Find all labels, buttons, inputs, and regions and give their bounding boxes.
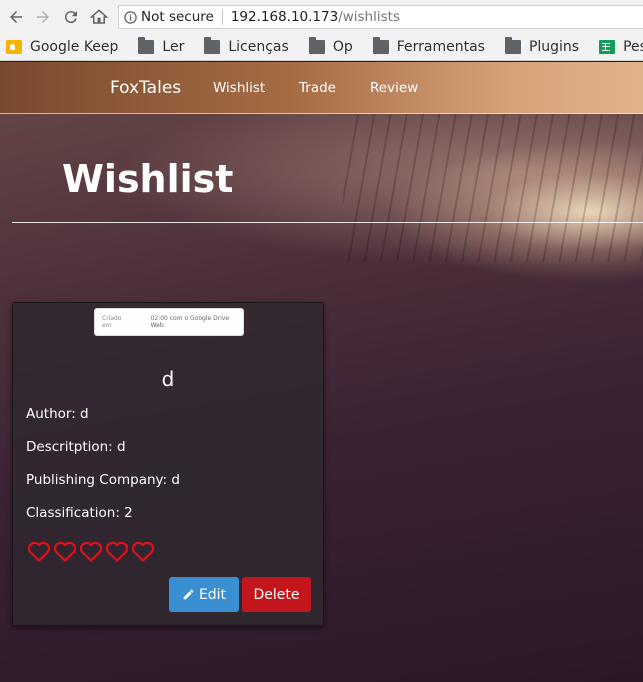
bookmark-ferramentas[interactable]: Ferramentas bbox=[372, 37, 485, 55]
book-publishing-company: Publishing Company: d bbox=[26, 472, 180, 488]
bookmark-ler[interactable]: Ler bbox=[138, 37, 185, 55]
folder-icon bbox=[138, 37, 155, 54]
folder-icon bbox=[308, 37, 325, 54]
google-keep-icon bbox=[6, 40, 22, 54]
folder-icon bbox=[372, 37, 389, 54]
rating-hearts bbox=[27, 540, 157, 564]
bookmarks-bar: Google Keep Ler Licenças Op Ferramentas … bbox=[0, 34, 643, 61]
bookmark-label: Plugins bbox=[528, 39, 580, 55]
home-button[interactable] bbox=[86, 4, 112, 30]
bookmark-licencas[interactable]: Licenças bbox=[204, 37, 289, 55]
info-icon[interactable] bbox=[119, 10, 141, 25]
book-cover-image: Criado em 02:00 com o Google Drive Web bbox=[94, 308, 244, 336]
book-author: Author: d bbox=[26, 406, 89, 422]
nav-link-wishlist[interactable]: Wishlist bbox=[213, 80, 265, 96]
delete-button[interactable]: Delete bbox=[242, 577, 311, 612]
cover-image-text-right: 02:00 com o Google Drive Web bbox=[150, 315, 230, 329]
bookmark-plugins[interactable]: Plugins bbox=[504, 37, 580, 55]
url-host: 192.168.10.173 bbox=[230, 9, 339, 25]
site-navbar: FoxTales Wishlist Trade Review bbox=[0, 62, 643, 114]
bookmark-pesquisa[interactable]: Pesquisa com bbox=[599, 39, 643, 55]
url-path: /wishlists bbox=[338, 9, 400, 25]
edit-button-label: Edit bbox=[198, 586, 227, 603]
bookmark-label: Licenças bbox=[228, 39, 289, 55]
book-title: d bbox=[161, 367, 175, 391]
heart-icon[interactable] bbox=[53, 540, 79, 564]
nav-link-trade[interactable]: Trade bbox=[299, 80, 336, 96]
wishlist-card: Criado em 02:00 com o Google Drive Web d… bbox=[12, 302, 324, 626]
heart-icon[interactable] bbox=[27, 540, 53, 564]
page-body: FoxTales Wishlist Trade Review Wishlist … bbox=[0, 62, 643, 682]
nav-link-review[interactable]: Review bbox=[370, 80, 418, 96]
delete-button-label: Delete bbox=[253, 586, 300, 603]
bookmark-label: Ler bbox=[162, 39, 185, 55]
bookmark-label: Pesquisa com bbox=[623, 39, 643, 55]
book-classification: Classification: 2 bbox=[26, 505, 133, 521]
pencil-icon bbox=[183, 589, 194, 600]
google-sheets-icon bbox=[599, 40, 616, 54]
brand-link[interactable]: FoxTales bbox=[110, 78, 181, 98]
reload-button[interactable] bbox=[58, 4, 84, 30]
book-description: Descritption: d bbox=[26, 439, 126, 455]
forward-button[interactable] bbox=[30, 4, 56, 30]
browser-toolbar: Not secure 192.168.10.173/wishlists bbox=[0, 0, 643, 34]
heart-icon[interactable] bbox=[105, 540, 131, 564]
folder-icon bbox=[504, 37, 521, 54]
security-label: Not secure bbox=[141, 9, 214, 25]
bookmark-label: Op bbox=[332, 39, 353, 55]
edit-button[interactable]: Edit bbox=[169, 577, 239, 612]
back-arrow-icon bbox=[10, 11, 22, 23]
bookmark-label: Ferramentas bbox=[396, 39, 485, 55]
forward-arrow-icon bbox=[37, 11, 49, 23]
bookmark-google-keep[interactable]: Google Keep bbox=[6, 39, 118, 55]
page-title: Wishlist bbox=[62, 157, 234, 201]
reload-icon bbox=[64, 11, 77, 24]
title-divider bbox=[12, 222, 643, 223]
cover-image-text-left: Criado em bbox=[102, 315, 122, 329]
address-separator bbox=[221, 9, 223, 25]
background-book-texture bbox=[343, 102, 643, 262]
bookmark-label: Google Keep bbox=[30, 39, 119, 55]
folder-icon bbox=[204, 37, 221, 54]
bookmark-op[interactable]: Op bbox=[308, 37, 353, 55]
home-icon bbox=[90, 9, 108, 24]
heart-icon[interactable] bbox=[131, 540, 157, 564]
heart-icon[interactable] bbox=[79, 540, 105, 564]
back-button[interactable] bbox=[3, 4, 29, 30]
address-bar[interactable]: Not secure 192.168.10.173/wishlists bbox=[118, 5, 643, 29]
